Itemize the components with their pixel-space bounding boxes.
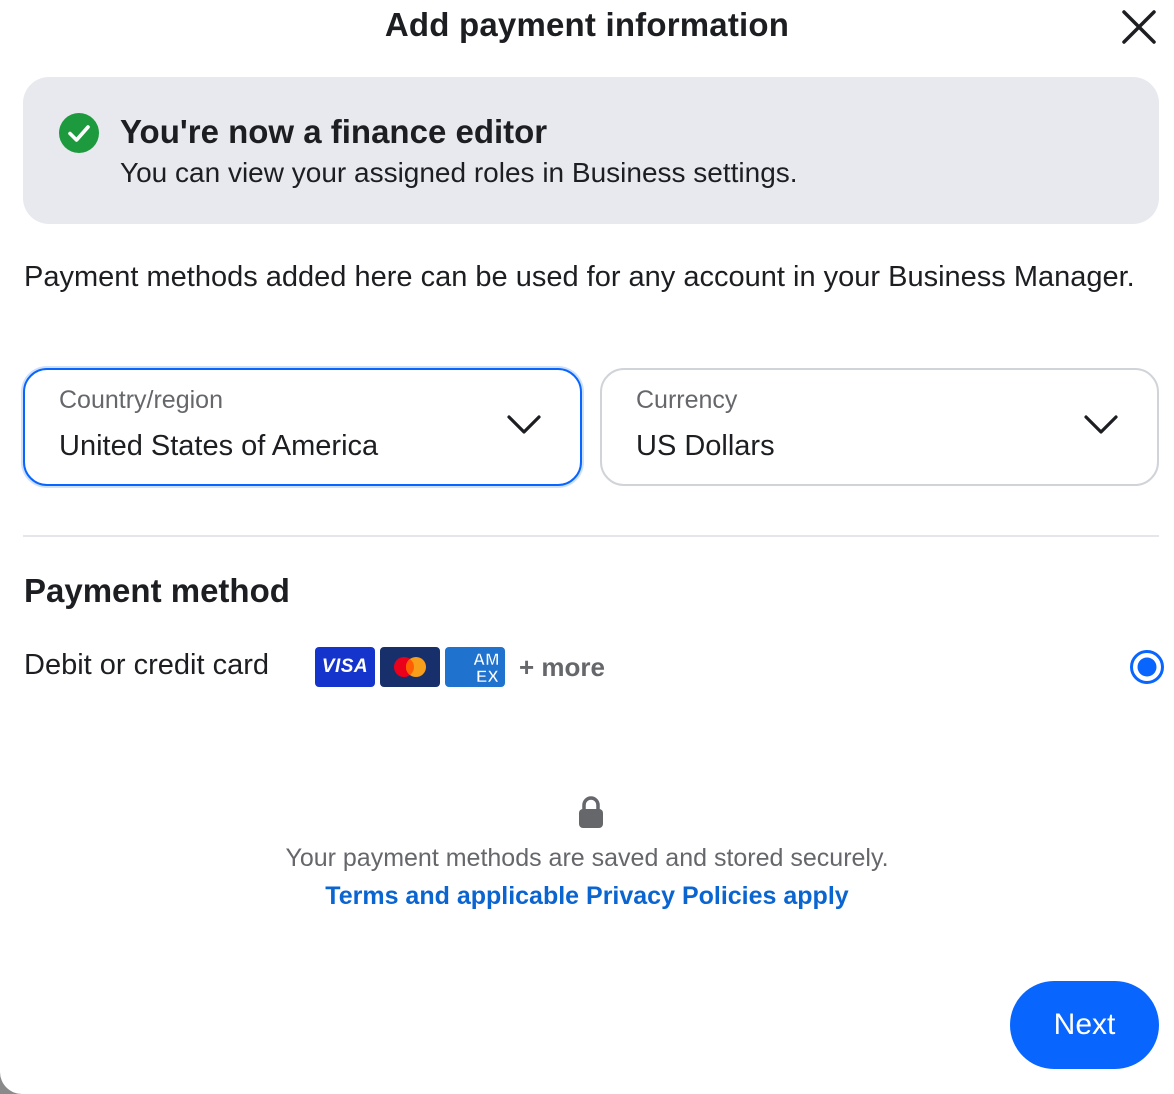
banner-text: You can view your assigned roles in Busi… (120, 157, 798, 188)
payment-method-heading: Payment method (24, 572, 290, 609)
radio-selected-icon[interactable] (1129, 649, 1165, 685)
country-region-value: United States of America (59, 430, 379, 462)
secure-storage-text: Your payment methods are saved and store… (285, 844, 889, 872)
terms-privacy-link[interactable]: Terms and applicable Privacy Policies ap… (0, 882, 1174, 911)
more-cards-text: + more (519, 652, 605, 682)
visa-logo: VISA (315, 647, 375, 687)
mastercard-logo (380, 647, 440, 687)
visa-logo-text: VISA (321, 656, 369, 677)
currency-label: Currency (636, 386, 738, 414)
payment-option-card[interactable]: Debit or credit card VISA AM EX + more (24, 640, 1170, 696)
lock-icon (579, 796, 603, 828)
amex-icon: AM EX (473, 650, 500, 687)
section-divider (23, 535, 1159, 537)
payment-dialog: Add payment information You're now a fin… (0, 0, 1174, 1094)
payment-option-label: Debit or credit card (24, 649, 269, 681)
currency-select[interactable]: Currency US Dollars (600, 368, 1159, 486)
country-region-select[interactable]: Country/region United States of America (23, 368, 582, 486)
mastercard-icon (394, 657, 426, 677)
banner-title: You're now a finance editor (120, 113, 548, 150)
intro-text: Payment methods added here can be used f… (24, 261, 1135, 293)
close-icon (1122, 10, 1156, 44)
dialog-title: Add payment information (384, 6, 790, 43)
country-region-label: Country/region (59, 386, 223, 414)
close-button[interactable] (1118, 6, 1160, 48)
check-circle-icon (59, 113, 99, 153)
next-button[interactable]: Next (1010, 981, 1159, 1069)
amex-logo-text-bottom: EX (476, 667, 499, 686)
success-banner: You're now a finance editor You can view… (23, 77, 1159, 224)
amex-logo: AM EX (445, 647, 505, 687)
chevron-down-icon (507, 415, 541, 434)
currency-value: US Dollars (636, 430, 775, 462)
chevron-down-icon (1084, 415, 1118, 434)
